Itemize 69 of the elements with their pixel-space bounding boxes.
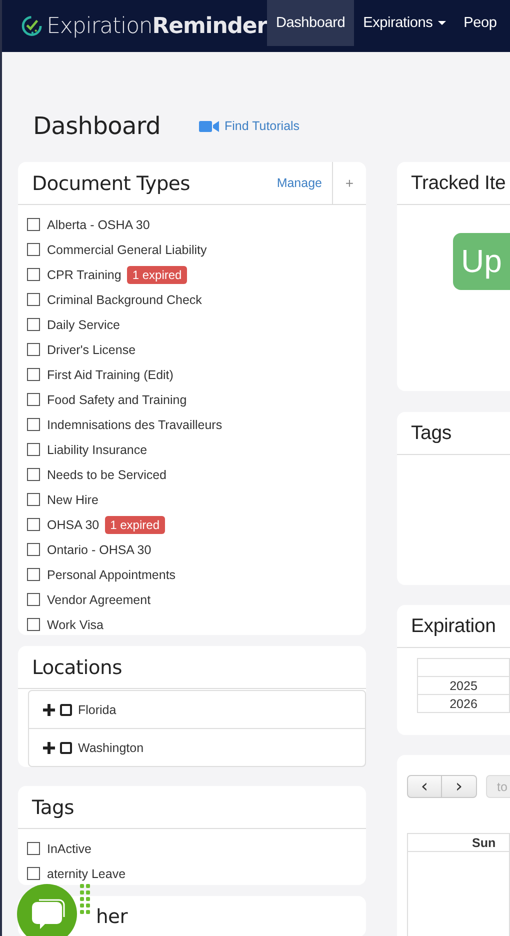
expired-badge: 1 expired xyxy=(105,516,164,534)
checkbox-label[interactable]: Needs to be Serviced xyxy=(47,468,167,482)
location-label[interactable]: Florida xyxy=(78,702,116,716)
checkbox[interactable] xyxy=(27,468,40,481)
card-title: Locations xyxy=(31,656,123,678)
checkbox[interactable] xyxy=(27,218,40,231)
checkbox[interactable] xyxy=(27,393,40,406)
next-button[interactable]: › xyxy=(442,775,477,798)
nav-tab[interactable]: Dashboard xyxy=(267,0,354,46)
nav-tab[interactable]: Peop xyxy=(454,0,506,46)
checkbox-label[interactable]: Liability Insurance xyxy=(47,442,148,456)
checkbox[interactable] xyxy=(27,518,40,531)
checkbox-label[interactable]: Food Safety and Training xyxy=(47,392,187,406)
checkbox[interactable] xyxy=(27,268,40,281)
logo-text: ExpirationReminder xyxy=(46,14,267,38)
checkbox[interactable] xyxy=(27,543,40,556)
checkbox[interactable] xyxy=(27,568,40,581)
card-title: her xyxy=(96,905,128,928)
manage-link[interactable]: Manage xyxy=(266,176,332,190)
checkbox-label[interactable]: Indemnisations des Travailleurs xyxy=(47,418,222,432)
year-cell: 2026 xyxy=(418,694,510,712)
checkbox-label[interactable]: aternity Leave xyxy=(47,866,126,880)
checkbox[interactable] xyxy=(27,593,40,606)
video-camera-icon xyxy=(198,120,219,132)
day-header: Sun xyxy=(408,834,510,852)
grip-icon[interactable] xyxy=(80,884,90,915)
card-title: Tags xyxy=(31,796,75,818)
checkbox[interactable] xyxy=(27,618,40,631)
checkbox[interactable] xyxy=(27,867,40,880)
checkbox-label[interactable]: Alberta - OSHA 30 xyxy=(47,218,150,232)
tutorials-link[interactable]: Find Tutorials xyxy=(198,119,300,133)
checkbox-label[interactable]: OHSA 30 xyxy=(47,518,100,532)
expired-badge: 1 expired xyxy=(127,266,187,284)
checkbox-label[interactable]: Criminal Background Check xyxy=(47,292,202,306)
checkbox[interactable] xyxy=(27,243,40,256)
previous-button[interactable]: ‹ xyxy=(407,775,442,798)
checkbox-label[interactable]: Driver's License xyxy=(47,342,136,356)
checkbox[interactable] xyxy=(27,343,40,356)
checkbox[interactable] xyxy=(27,293,40,306)
checkbox-label[interactable]: Commercial General Liability xyxy=(47,242,207,256)
checkbox-label[interactable]: Work Visa xyxy=(47,618,104,632)
expand-icon[interactable] xyxy=(43,704,55,716)
location-label[interactable]: Washington xyxy=(78,740,144,754)
card-title: Tags xyxy=(410,422,452,444)
checkbox[interactable] xyxy=(60,704,72,716)
page-title: Dashboard xyxy=(33,112,161,140)
checkbox-label[interactable]: New Hire xyxy=(47,492,98,506)
expand-icon[interactable] xyxy=(43,742,55,754)
chat-bubble-icon xyxy=(29,898,65,930)
checkbox-label[interactable]: Ontario - OHSA 30 xyxy=(47,542,152,556)
checkbox-label[interactable]: First Aid Training (Edit) xyxy=(47,368,174,382)
checkbox-label[interactable]: InActive xyxy=(47,842,92,856)
checkbox[interactable] xyxy=(60,742,72,754)
checkbox-label[interactable]: Daily Service xyxy=(47,318,120,332)
checkbox[interactable] xyxy=(27,493,40,506)
checkbox[interactable] xyxy=(27,368,40,381)
nav-tab[interactable]: Expirations xyxy=(354,0,455,46)
card-title: Document Types xyxy=(31,172,191,194)
card-title: Expiration xyxy=(410,614,497,638)
add-button[interactable]: + xyxy=(332,162,366,204)
card-title: Tracked Ite xyxy=(410,172,507,194)
checkbox-label[interactable]: Personal Appointments xyxy=(47,568,176,582)
checkbox-label[interactable]: Vendor Agreement xyxy=(47,592,151,606)
year-cell: 2025 xyxy=(418,676,510,694)
checkbox[interactable] xyxy=(27,842,40,855)
checkbox[interactable] xyxy=(27,318,40,331)
checkbox[interactable] xyxy=(27,418,40,431)
checkbox-label[interactable]: CPR Training xyxy=(47,268,122,282)
checkbox[interactable] xyxy=(27,443,40,456)
